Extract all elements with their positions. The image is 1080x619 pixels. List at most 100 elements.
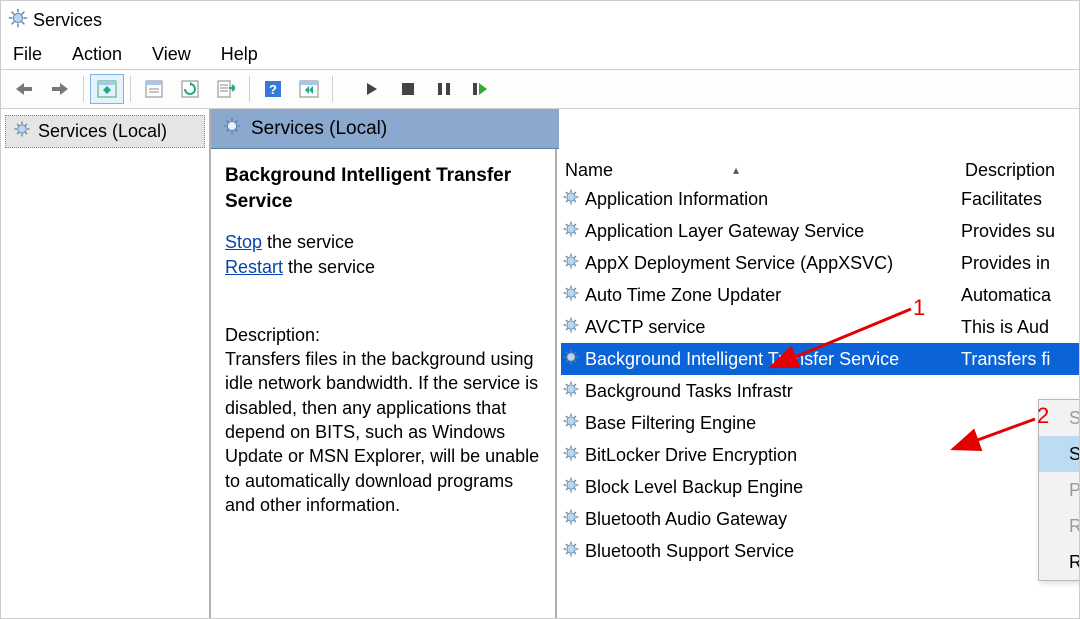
stop-service-button[interactable] (391, 74, 425, 104)
column-header-description[interactable]: Description (965, 160, 1071, 181)
service-name: BitLocker Drive Encryption (585, 445, 797, 466)
context-menu: Start Stop Pause Resume Restart (1038, 399, 1080, 581)
help-button[interactable]: ? (256, 74, 290, 104)
service-icon (561, 187, 581, 212)
svg-text:?: ? (269, 82, 277, 97)
menu-action[interactable]: Action (68, 42, 126, 67)
service-name: Background Tasks Infrastr (585, 381, 793, 402)
service-name: Auto Time Zone Updater (585, 285, 781, 306)
service-name: Application Information (585, 189, 768, 210)
menu-help[interactable]: Help (217, 42, 262, 67)
right-content: Background Intelligent Transfer Service … (211, 149, 1079, 618)
restart-service-link[interactable]: Restart (225, 257, 283, 277)
service-row[interactable]: Base Filtering Engine (561, 407, 1079, 439)
service-icon (561, 475, 581, 500)
refresh-button[interactable] (173, 74, 207, 104)
services-mmc-window: Services File Action View Help ? (0, 0, 1080, 619)
column-name-label: Name (565, 160, 613, 181)
export-list-button[interactable] (209, 74, 243, 104)
forward-button[interactable] (43, 74, 77, 104)
service-row[interactable]: AVCTP service This is Aud (561, 311, 1079, 343)
service-row[interactable]: Auto Time Zone Updater Automatica (561, 279, 1079, 311)
pause-service-button[interactable] (427, 74, 461, 104)
service-description: Automatica (961, 285, 1079, 306)
separator (130, 76, 131, 102)
list-pane: Name ▴ Description Application Informati… (557, 149, 1079, 618)
service-icon (561, 507, 581, 532)
service-name: AVCTP service (585, 317, 705, 338)
service-icon (561, 347, 581, 372)
result-pane-header: Services (Local) (211, 109, 559, 149)
service-icon (561, 443, 581, 468)
tree-item-services-local[interactable]: Services (Local) (5, 115, 205, 148)
service-row[interactable]: Block Level Backup Engine (561, 471, 1079, 503)
service-icon (561, 379, 581, 404)
column-header-name[interactable]: Name ▴ (565, 160, 965, 181)
service-description: Transfers fi (961, 349, 1079, 370)
ctx-resume: Resume (1039, 508, 1080, 544)
service-name: Bluetooth Audio Gateway (585, 509, 787, 530)
service-name: Bluetooth Support Service (585, 541, 794, 562)
service-icon (561, 315, 581, 340)
restart-service-button[interactable] (463, 74, 497, 104)
show-hide-action-pane-button[interactable] (292, 74, 326, 104)
service-row[interactable]: AppX Deployment Service (AppXSVC) Provide… (561, 247, 1079, 279)
stop-service-link[interactable]: Stop (225, 232, 262, 252)
menu-file[interactable]: File (9, 42, 46, 67)
service-icon (561, 251, 581, 276)
service-name: Block Level Backup Engine (585, 477, 803, 498)
separator (332, 76, 333, 102)
ctx-stop[interactable]: Stop (1039, 436, 1080, 472)
services-icon (221, 115, 243, 143)
body: Services (Local) Services (Local) Backgr… (1, 109, 1079, 618)
separator (249, 76, 250, 102)
ctx-restart[interactable]: Restart (1039, 544, 1080, 580)
service-icon (561, 219, 581, 244)
list-body: Application Information Facilitates Appli… (557, 181, 1079, 567)
list-header: Name ▴ Description (557, 149, 1079, 181)
separator (83, 76, 84, 102)
service-row[interactable]: Application Layer Gateway Service Provide… (561, 215, 1079, 247)
description-label: Description: (225, 323, 541, 347)
service-icon (561, 539, 581, 564)
properties-button[interactable] (137, 74, 171, 104)
stop-suffix: the service (262, 232, 354, 252)
tree-item-label: Services (Local) (38, 121, 167, 142)
service-description: Facilitates (961, 189, 1079, 210)
service-row[interactable]: Bluetooth Support Service (561, 535, 1079, 567)
service-row[interactable]: Application Information Facilitates (561, 183, 1079, 215)
service-row[interactable]: Background Intelligent Transfer Service T… (561, 343, 1079, 375)
titlebar: Services (1, 1, 1079, 39)
selected-service-name: Background Intelligent Transfer Service (225, 163, 541, 214)
service-name: Background Intelligent Transfer Service (585, 349, 899, 370)
show-hide-tree-button[interactable] (90, 74, 124, 104)
service-description: This is Aud (961, 317, 1079, 338)
toolbar: ? (1, 69, 1079, 109)
service-name: Base Filtering Engine (585, 413, 756, 434)
detail-pane: Background Intelligent Transfer Service … (211, 149, 557, 618)
menu-view[interactable]: View (148, 42, 195, 67)
column-description-label: Description (965, 160, 1055, 180)
result-pane-title: Services (Local) (251, 118, 387, 140)
back-button[interactable] (7, 74, 41, 104)
result-pane: Services (Local) Background Intelligent … (211, 109, 1079, 618)
service-description: Provides in (961, 253, 1079, 274)
service-name: AppX Deployment Service (AppXSVC) (585, 253, 893, 274)
restart-suffix: the service (283, 257, 375, 277)
service-icon (561, 283, 581, 308)
service-name: Application Layer Gateway Service (585, 221, 864, 242)
menubar: File Action View Help (1, 39, 1079, 69)
ctx-pause: Pause (1039, 472, 1080, 508)
sort-asc-icon: ▴ (733, 163, 739, 177)
console-tree: Services (Local) (1, 109, 211, 618)
service-row[interactable]: BitLocker Drive Encryption (561, 439, 1079, 471)
service-row[interactable]: Bluetooth Audio Gateway (561, 503, 1079, 535)
service-row[interactable]: Background Tasks Infrastr (561, 375, 1079, 407)
service-icon (561, 411, 581, 436)
start-service-button[interactable] (355, 74, 389, 104)
description-text: Transfers files in the background using … (225, 347, 541, 517)
ctx-start: Start (1039, 400, 1080, 436)
service-description: Provides su (961, 221, 1079, 242)
services-icon (7, 7, 29, 34)
services-icon (12, 119, 32, 144)
